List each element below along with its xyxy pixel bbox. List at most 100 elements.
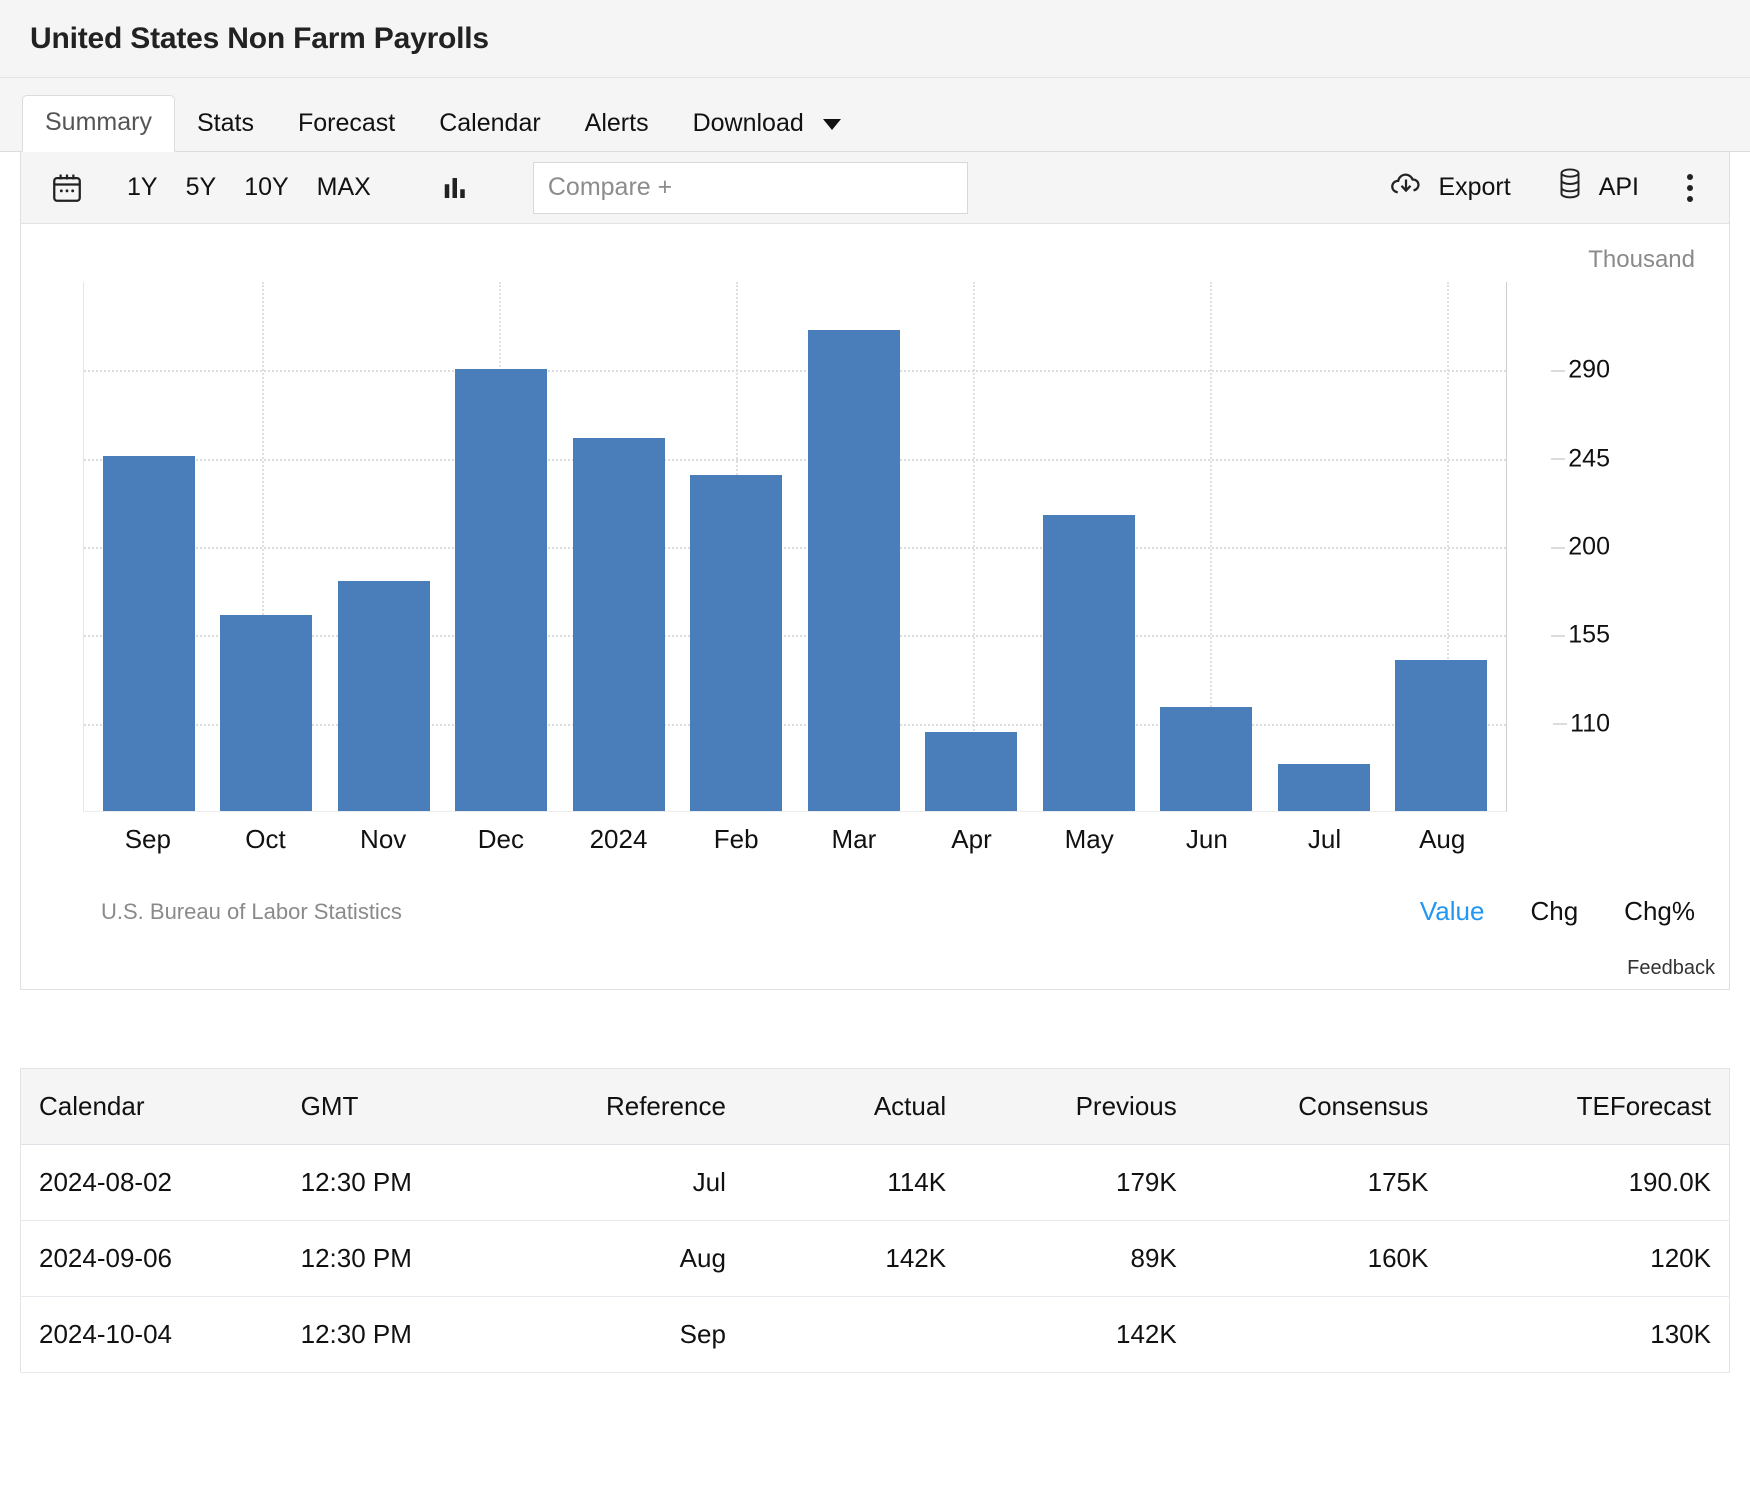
- cell-calendar: 2024-09-06: [21, 1221, 283, 1297]
- chevron-down-icon: [823, 119, 841, 130]
- metric-chg[interactable]: Chg: [1530, 896, 1578, 927]
- chart-footer: U.S. Bureau of Labor Statistics Value Ch…: [101, 896, 1695, 927]
- chart-canvas[interactable]: 290245200155110: [83, 282, 1507, 812]
- chart-bar[interactable]: [103, 456, 195, 811]
- cell-gmt: 12:30 PM: [283, 1297, 514, 1373]
- chart-bar[interactable]: [1278, 764, 1370, 811]
- api-label: API: [1599, 173, 1639, 202]
- cell-calendar: 2024-08-02: [21, 1145, 283, 1221]
- range-10y[interactable]: 10Y: [230, 167, 302, 208]
- kebab-menu-icon[interactable]: [1661, 174, 1711, 202]
- metric-toggle-group: Value Chg Chg%: [1420, 896, 1695, 927]
- chart-bar[interactable]: [808, 330, 900, 811]
- tab-stats[interactable]: Stats: [175, 97, 276, 152]
- chart-bar-slot[interactable]: [560, 282, 678, 811]
- chart-bar-slot[interactable]: [443, 282, 561, 811]
- chart-bar[interactable]: [925, 732, 1017, 811]
- cell-actual: 114K: [744, 1145, 964, 1221]
- y-axis-tick-label: 155: [1568, 621, 1610, 650]
- tab-forecast-label: Forecast: [298, 109, 395, 137]
- col-gmt[interactable]: GMT: [283, 1069, 514, 1145]
- range-selector: 1Y 5Y 10Y MAX: [113, 167, 385, 208]
- chart-bar[interactable]: [1043, 515, 1135, 811]
- tab-summary-label: Summary: [45, 108, 152, 136]
- cell-previous: 89K: [964, 1221, 1195, 1297]
- chart-bar[interactable]: [1160, 707, 1252, 811]
- cell-teforecast: 130K: [1446, 1297, 1729, 1373]
- table-row[interactable]: 2024-08-0212:30 PMJul114K179K175K190.0K: [21, 1145, 1730, 1221]
- chart-bar-slot[interactable]: [208, 282, 326, 811]
- calendar-table: Calendar GMT Reference Actual Previous C…: [20, 1068, 1730, 1373]
- tab-calendar-label: Calendar: [439, 109, 540, 137]
- col-actual[interactable]: Actual: [744, 1069, 964, 1145]
- database-icon: [1555, 167, 1585, 208]
- bar-chart-icon[interactable]: [441, 173, 471, 203]
- chart-bar[interactable]: [455, 369, 547, 811]
- col-consensus[interactable]: Consensus: [1195, 1069, 1447, 1145]
- chart-bar-slot[interactable]: [795, 282, 913, 811]
- x-axis-tick-label: Feb: [677, 814, 795, 855]
- cloud-download-icon: [1388, 166, 1424, 209]
- chart-bar-slot[interactable]: [325, 282, 443, 811]
- chart-source-label: U.S. Bureau of Labor Statistics: [101, 899, 402, 925]
- y-axis-tick-label: 245: [1568, 444, 1610, 473]
- cell-consensus: 160K: [1195, 1221, 1447, 1297]
- chart-bar[interactable]: [220, 615, 312, 811]
- chart-bar-slot[interactable]: [1265, 282, 1383, 811]
- range-1y[interactable]: 1Y: [113, 167, 172, 208]
- x-axis-tick-label: Dec: [442, 814, 560, 855]
- tab-forecast[interactable]: Forecast: [276, 97, 417, 152]
- chart-bar-slot[interactable]: [1148, 282, 1266, 811]
- x-axis-tick-label: Mar: [795, 814, 913, 855]
- cell-previous: 179K: [964, 1145, 1195, 1221]
- x-axis-tick-label: Apr: [913, 814, 1031, 855]
- metric-chg-pct[interactable]: Chg%: [1624, 896, 1695, 927]
- chart-bar-slot[interactable]: [90, 282, 208, 811]
- x-axis-tick-label: Sep: [89, 814, 207, 855]
- col-reference[interactable]: Reference: [513, 1069, 744, 1145]
- feedback-link[interactable]: Feedback: [1627, 957, 1715, 980]
- cell-reference: Sep: [513, 1297, 744, 1373]
- range-max[interactable]: MAX: [303, 167, 385, 208]
- cell-actual: 142K: [744, 1221, 964, 1297]
- export-button[interactable]: Export: [1366, 166, 1532, 209]
- cell-calendar: 2024-10-04: [21, 1297, 283, 1373]
- table-header-row: Calendar GMT Reference Actual Previous C…: [21, 1069, 1730, 1145]
- tab-summary[interactable]: Summary: [22, 95, 175, 152]
- chart-bar[interactable]: [1395, 660, 1487, 811]
- x-axis-tick-label: Oct: [207, 814, 325, 855]
- col-previous[interactable]: Previous: [964, 1069, 1195, 1145]
- tab-download[interactable]: Download: [671, 97, 863, 152]
- calendar-icon[interactable]: [39, 162, 95, 214]
- chart-plot-area: Thousand 290245200155110 SepOctNovDec202…: [21, 224, 1729, 990]
- tab-alerts[interactable]: Alerts: [563, 97, 671, 152]
- compare-input[interactable]: Compare +: [533, 162, 968, 214]
- metric-value[interactable]: Value: [1420, 896, 1485, 927]
- y-axis-tick-label: 110: [1570, 709, 1610, 738]
- api-button[interactable]: API: [1533, 167, 1661, 208]
- chart-bar-slot[interactable]: [1383, 282, 1501, 811]
- toolbar-actions: Export API: [1366, 166, 1711, 209]
- table-row[interactable]: 2024-10-0412:30 PMSep142K130K: [21, 1297, 1730, 1373]
- range-5y[interactable]: 5Y: [172, 167, 231, 208]
- table-row[interactable]: 2024-09-0612:30 PMAug142K89K160K120K: [21, 1221, 1730, 1297]
- x-axis-tick-label: Nov: [324, 814, 442, 855]
- chart-bar-slot[interactable]: [678, 282, 796, 811]
- cell-gmt: 12:30 PM: [283, 1145, 514, 1221]
- tab-calendar[interactable]: Calendar: [417, 97, 562, 152]
- col-teforecast[interactable]: TEForecast: [1446, 1069, 1729, 1145]
- chart-bar[interactable]: [338, 581, 430, 811]
- col-calendar[interactable]: Calendar: [21, 1069, 283, 1145]
- page-title: United States Non Farm Payrolls: [30, 22, 489, 56]
- chart-bar-slot[interactable]: [913, 282, 1031, 811]
- cell-actual: [744, 1297, 964, 1373]
- chart-bar[interactable]: [573, 438, 665, 811]
- chart-bar[interactable]: [690, 475, 782, 811]
- cell-teforecast: 120K: [1446, 1221, 1729, 1297]
- cell-consensus: [1195, 1297, 1447, 1373]
- cell-reference: Aug: [513, 1221, 744, 1297]
- chart-bar-slot[interactable]: [1030, 282, 1148, 811]
- x-axis-tick-label: Jun: [1148, 814, 1266, 855]
- x-axis-tick-label: 2024: [560, 814, 678, 855]
- cell-consensus: 175K: [1195, 1145, 1447, 1221]
